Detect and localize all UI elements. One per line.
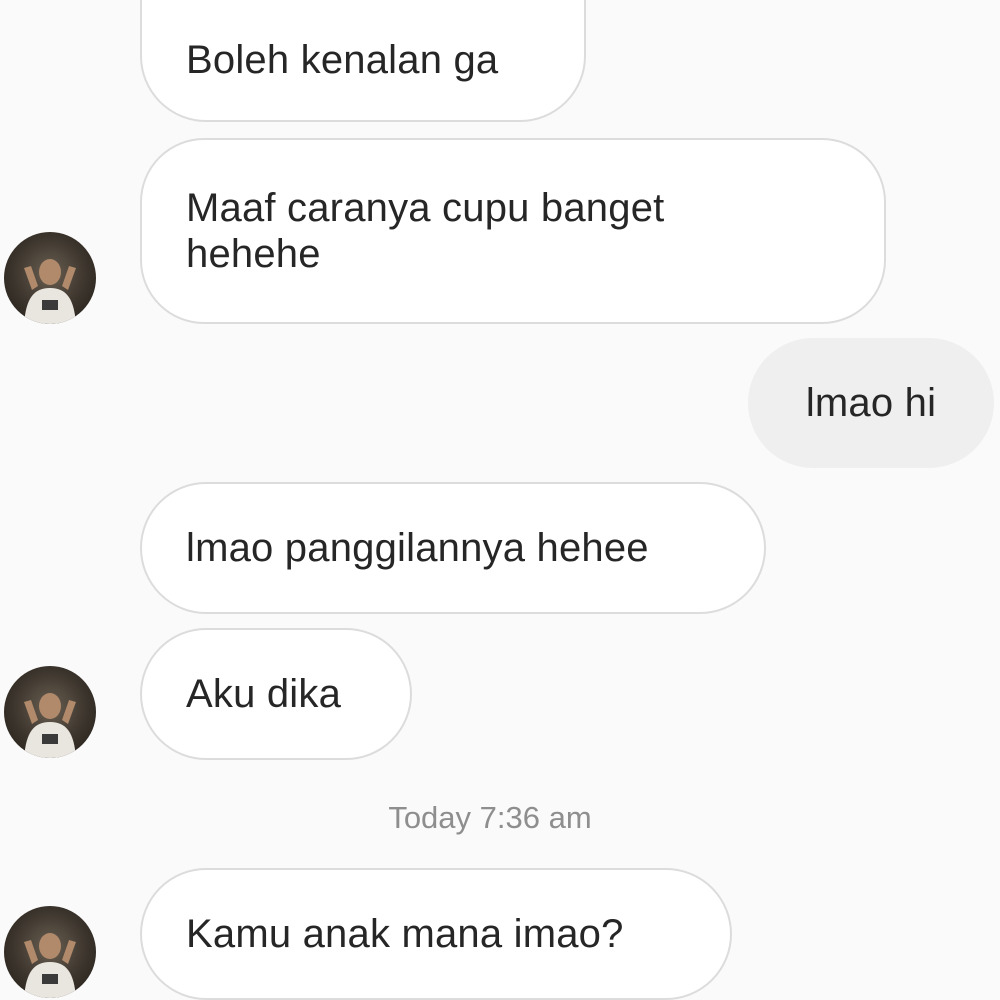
- person-photo-icon: [24, 259, 76, 324]
- person-photo-icon: [24, 933, 76, 998]
- incoming-message-bubble[interactable]: lmao panggilannya hehee: [140, 482, 766, 614]
- message-text: lmao panggilannya hehee: [186, 526, 649, 570]
- message-text-line: hehehe: [186, 232, 321, 276]
- contact-avatar[interactable]: [4, 906, 96, 998]
- message-text: Aku dika: [186, 672, 342, 716]
- incoming-message-bubble[interactable]: Maaf caranya cupu banget hehehe: [140, 138, 886, 324]
- message-text-line: Maaf caranya cupu banget: [186, 186, 665, 230]
- message-text: Kamu anak mana imao?: [186, 912, 624, 956]
- incoming-message-bubble[interactable]: Kamu anak mana imao?: [140, 868, 732, 1000]
- incoming-message-bubble[interactable]: Aku dika: [140, 628, 412, 760]
- message-thread: Boleh kenalan ga Maaf caranya cupu bange…: [0, 0, 1000, 1000]
- incoming-message-bubble[interactable]: Boleh kenalan ga: [140, 0, 586, 122]
- message-text: lmao hi: [805, 381, 937, 425]
- contact-avatar[interactable]: [4, 666, 96, 758]
- message-timestamp: Today 7:36 am: [388, 800, 592, 835]
- outgoing-message-bubble[interactable]: lmao hi: [748, 338, 994, 468]
- contact-avatar[interactable]: [4, 232, 96, 324]
- message-text: Boleh kenalan ga: [186, 38, 499, 82]
- person-photo-icon: [24, 693, 76, 758]
